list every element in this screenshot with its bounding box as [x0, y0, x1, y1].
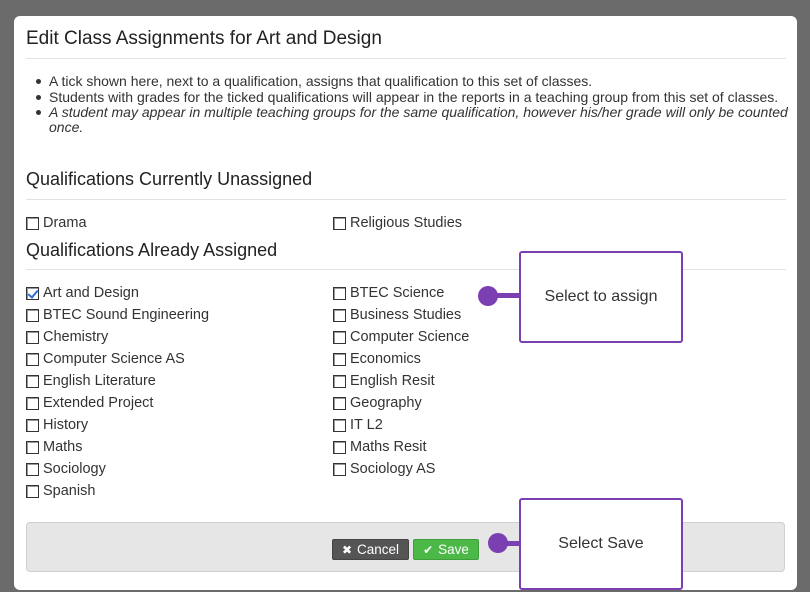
- qualification-checkbox[interactable]: [333, 352, 346, 366]
- instructions-list: A tick shown here, next to a qualificati…: [36, 74, 789, 135]
- callout-connector: [494, 293, 522, 298]
- assigned-heading: Qualifications Already Assigned: [26, 240, 278, 260]
- qualification-label: Economics: [350, 351, 421, 367]
- qualification-option[interactable]: Sociology: [26, 459, 106, 479]
- qualification-option[interactable]: English Literature: [26, 371, 156, 391]
- callout-select-save: Select Save: [519, 498, 683, 590]
- qualification-label: Computer Science: [350, 329, 470, 345]
- cancel-button[interactable]: ✖ Cancel: [332, 539, 409, 560]
- qualification-checkbox[interactable]: [26, 330, 39, 344]
- qualification-label: BTEC Science: [350, 285, 445, 301]
- qualification-label: Geography: [350, 395, 422, 411]
- qualification-label: Chemistry: [43, 329, 109, 345]
- qualification-label: English Resit: [350, 373, 435, 389]
- callout-pointer: [488, 533, 508, 553]
- qualification-option[interactable]: Art and Design: [26, 283, 139, 303]
- qualification-checkbox[interactable]: [333, 440, 346, 454]
- qualification-label: Art and Design: [43, 285, 139, 301]
- check-icon: ✔: [423, 542, 434, 557]
- qualification-option[interactable]: Sociology AS: [333, 459, 435, 479]
- title-divider: [26, 58, 786, 59]
- qualification-checkbox[interactable]: [26, 418, 39, 432]
- qualification-checkbox[interactable]: [26, 484, 39, 498]
- qualification-checkbox[interactable]: [26, 396, 39, 410]
- qualification-option[interactable]: Business Studies: [333, 305, 461, 325]
- qualification-checkbox[interactable]: [26, 352, 39, 366]
- qualification-label: Drama: [43, 215, 87, 231]
- close-icon: ✖: [341, 542, 353, 557]
- qualification-option[interactable]: History: [26, 415, 88, 435]
- qualification-option[interactable]: Extended Project: [26, 393, 153, 413]
- qualification-checkbox[interactable]: [26, 462, 39, 476]
- instruction-note: A student may appear in multiple teachin…: [36, 104, 788, 135]
- qualification-checkbox[interactable]: [333, 330, 346, 344]
- qualification-option[interactable]: BTEC Sound Engineering: [26, 305, 209, 325]
- qualification-option[interactable]: English Resit: [333, 371, 435, 391]
- qualification-option[interactable]: Maths Resit: [333, 437, 427, 457]
- qualification-label: BTEC Sound Engineering: [43, 307, 210, 323]
- qualification-checkbox[interactable]: [333, 308, 346, 322]
- qualification-checkbox[interactable]: [26, 308, 39, 322]
- qualification-option[interactable]: Religious Studies: [333, 213, 462, 233]
- save-button[interactable]: ✔ Save: [413, 539, 479, 560]
- qualification-label: Sociology: [43, 461, 106, 477]
- unassigned-heading: Qualifications Currently Unassigned: [26, 169, 313, 189]
- qualification-option[interactable]: Chemistry: [26, 327, 108, 347]
- instruction-note: Students with grades for the ticked qual…: [36, 89, 789, 105]
- qualification-label: Religious Studies: [350, 215, 463, 231]
- qualification-checkbox[interactable]: [26, 216, 39, 230]
- qualification-label: Sociology AS: [350, 461, 436, 477]
- callout-select-to-assign: Select to assign: [519, 251, 683, 343]
- qualification-option[interactable]: Economics: [333, 349, 421, 369]
- qualification-checkbox[interactable]: [333, 374, 346, 388]
- instruction-note: A tick shown here, next to a qualificati…: [36, 74, 789, 89]
- qualification-checkbox[interactable]: [26, 286, 39, 300]
- section-divider: [26, 199, 786, 200]
- dialog-title: Edit Class Assignments for Art and Desig…: [26, 28, 382, 49]
- qualification-checkbox[interactable]: [333, 396, 346, 410]
- qualification-label: Extended Project: [43, 395, 154, 411]
- qualification-option[interactable]: Drama: [26, 213, 87, 233]
- qualification-checkbox[interactable]: [26, 374, 39, 388]
- qualification-checkbox[interactable]: [333, 462, 346, 476]
- qualification-label: English Literature: [43, 373, 156, 389]
- qualification-label: Computer Science AS: [43, 351, 185, 367]
- qualification-label: History: [43, 417, 89, 433]
- qualification-label: Business Studies: [350, 307, 462, 323]
- save-label: Save: [438, 542, 469, 557]
- qualification-option[interactable]: IT L2: [333, 415, 383, 435]
- qualification-option[interactable]: Computer Science AS: [26, 349, 185, 369]
- qualification-option[interactable]: Maths: [26, 437, 83, 457]
- qualification-checkbox[interactable]: [333, 418, 346, 432]
- qualification-option[interactable]: Computer Science: [333, 327, 469, 347]
- qualification-label: Maths Resit: [350, 439, 427, 455]
- qualification-checkbox[interactable]: [333, 216, 346, 230]
- qualification-label: Maths: [43, 439, 83, 455]
- qualification-checkbox[interactable]: [333, 286, 346, 300]
- qualification-option[interactable]: BTEC Science: [333, 283, 444, 303]
- qualification-checkbox[interactable]: [26, 440, 39, 454]
- qualification-label: IT L2: [350, 417, 383, 433]
- callout-pointer: [478, 286, 498, 306]
- qualification-option[interactable]: Spanish: [26, 481, 95, 501]
- cancel-label: Cancel: [357, 542, 400, 557]
- qualification-option[interactable]: Geography: [333, 393, 422, 413]
- qualification-label: Spanish: [43, 483, 96, 499]
